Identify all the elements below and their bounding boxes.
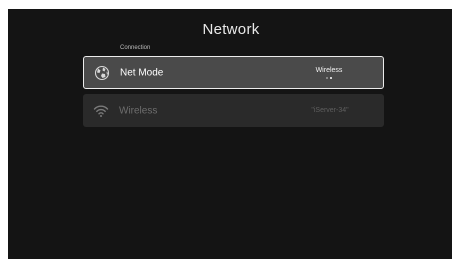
wireless-row[interactable]: Wireless "iServer-34" (83, 94, 384, 127)
wifi-icon (93, 103, 109, 119)
net-mode-value: Wireless (315, 67, 343, 74)
page-title: Network (202, 21, 260, 38)
wireless-network-name: "iServer-34" (311, 107, 349, 114)
net-mode-label: Net Mode (120, 67, 164, 78)
net-mode-row[interactable]: Net Mode Wireless (83, 56, 384, 89)
option-dot-active (330, 77, 332, 79)
option-indicator (299, 77, 359, 79)
globe-icon (94, 65, 110, 81)
section-label-connection: Connection (120, 45, 151, 51)
tv-screen: Network Connection Net Mode Wireless Wir… (8, 9, 452, 259)
wireless-label: Wireless (119, 105, 158, 116)
option-dot (326, 77, 328, 79)
